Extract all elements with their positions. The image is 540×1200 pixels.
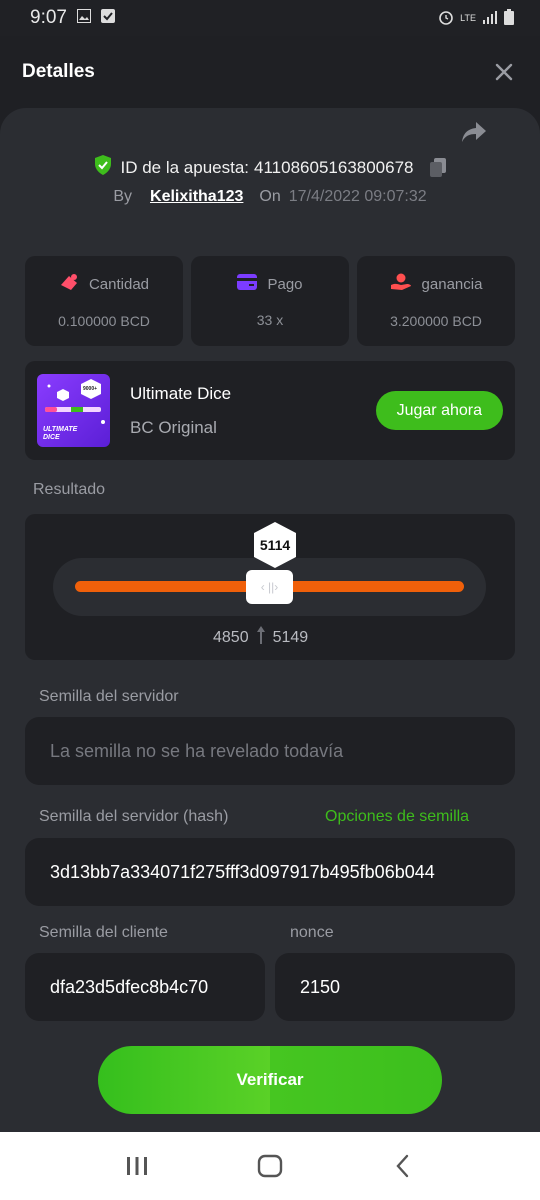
nonce-label: nonce	[290, 924, 334, 941]
stat-amount-value: 0.100000 BCD	[58, 313, 150, 329]
result-box: 5114 ‹ ||› 4850 5149	[25, 514, 515, 660]
stat-profit-label: ganancia	[421, 275, 483, 293]
alarm-icon	[438, 9, 454, 27]
recents-icon	[126, 1157, 147, 1175]
card-icon	[237, 274, 258, 294]
arrow-up-icon	[255, 624, 267, 651]
on-label: On	[259, 188, 281, 205]
stat-profit: ganancia 3.200000 BCD	[357, 256, 515, 346]
range-high: 5149	[272, 628, 309, 646]
game-name: Ultimate Dice	[130, 383, 232, 403]
network-label: LTE	[460, 13, 476, 23]
game-thumbnail[interactable]: 9000+ ULTIMATE DICE	[37, 374, 110, 447]
range-low: 4850	[213, 628, 249, 646]
result-marker: 5114	[252, 521, 298, 569]
recent-apps-button[interactable]	[117, 1146, 157, 1186]
modal-header: Detalles	[0, 36, 540, 108]
home-icon	[257, 1154, 283, 1178]
share-button[interactable]	[460, 120, 490, 146]
coins-icon	[59, 273, 79, 295]
bet-meta-row: By Kelixitha123 On 17/4/2022 09:07:32	[0, 188, 540, 206]
system-nav-bar	[0, 1132, 540, 1200]
close-button[interactable]	[490, 58, 518, 86]
server-hash-label: Semilla del servidor (hash)	[39, 808, 229, 825]
signal-icon	[482, 10, 498, 26]
back-icon	[396, 1154, 409, 1178]
stat-amount: Cantidad 0.100000 BCD	[25, 256, 183, 346]
stat-payout: Pago 33 x	[191, 256, 349, 346]
check-box-icon	[100, 8, 115, 28]
page-title: Detalles	[22, 61, 95, 82]
copy-icon	[429, 157, 446, 177]
result-value: 5114	[259, 537, 291, 553]
hand-coin-icon	[390, 273, 412, 295]
back-button[interactable]	[383, 1146, 423, 1186]
stat-payout-value: 33 x	[256, 312, 284, 328]
game-provider: BC Original	[130, 417, 217, 437]
server-seed-label: Semilla del servidor	[39, 688, 179, 705]
client-seed-label: Semilla del cliente	[39, 924, 168, 941]
server-seed-field[interactable]: La semilla no se ha revelado todavía	[25, 717, 515, 785]
thumb-badge: 9000+	[83, 386, 98, 392]
server-hash-field[interactable]: 3d13bb7a334071f275fff3d097917b495fb06b04…	[25, 838, 515, 906]
slider-handle[interactable]: ‹ ||›	[246, 570, 293, 604]
home-button[interactable]	[250, 1146, 290, 1186]
user-link[interactable]: Kelixitha123	[150, 188, 243, 206]
gallery-icon	[76, 8, 91, 28]
verify-button[interactable]: Verificar	[98, 1046, 442, 1114]
status-time: 9:07	[30, 7, 67, 28]
play-now-button[interactable]: Jugar ahora	[375, 391, 503, 430]
share-icon	[462, 122, 486, 142]
shield-check-icon	[93, 154, 113, 181]
close-icon	[495, 63, 513, 81]
client-seed-field[interactable]: dfa23d5dfec8b4c70	[25, 953, 265, 1021]
bet-id-value: 41108605163800678	[254, 157, 414, 177]
bet-date: 17/4/2022 09:07:32	[288, 188, 427, 205]
battery-icon	[504, 9, 514, 27]
details-panel: ID de la apuesta: 41108605163800678 By K…	[0, 108, 540, 1132]
copy-id-button[interactable]	[428, 157, 448, 179]
nonce-field[interactable]: 2150	[275, 953, 515, 1021]
thumb-title: ULTIMATE DICE	[43, 426, 78, 441]
status-bar: 9:07 LTE	[0, 0, 540, 36]
drag-handle-icon: ‹ ||›	[260, 580, 279, 594]
bet-id-row: ID de la apuesta: 41108605163800678	[0, 154, 540, 181]
seed-options-link[interactable]: Opciones de semilla	[325, 808, 469, 826]
result-label: Resultado	[33, 481, 106, 498]
stat-profit-value: 3.200000 BCD	[390, 313, 482, 329]
stat-amount-label: Cantidad	[88, 275, 150, 293]
bet-id-label: ID de la apuesta:	[120, 157, 250, 177]
by-label: By	[113, 188, 133, 205]
stat-payout-label: Pago	[267, 275, 303, 293]
stats-row: Cantidad 0.100000 BCD Pago 33 x ganancia…	[25, 256, 515, 346]
game-card: 9000+ ULTIMATE DICE Ultimate Dice BC Ori…	[25, 361, 515, 460]
range-ticks: 4850 5149	[213, 624, 308, 651]
